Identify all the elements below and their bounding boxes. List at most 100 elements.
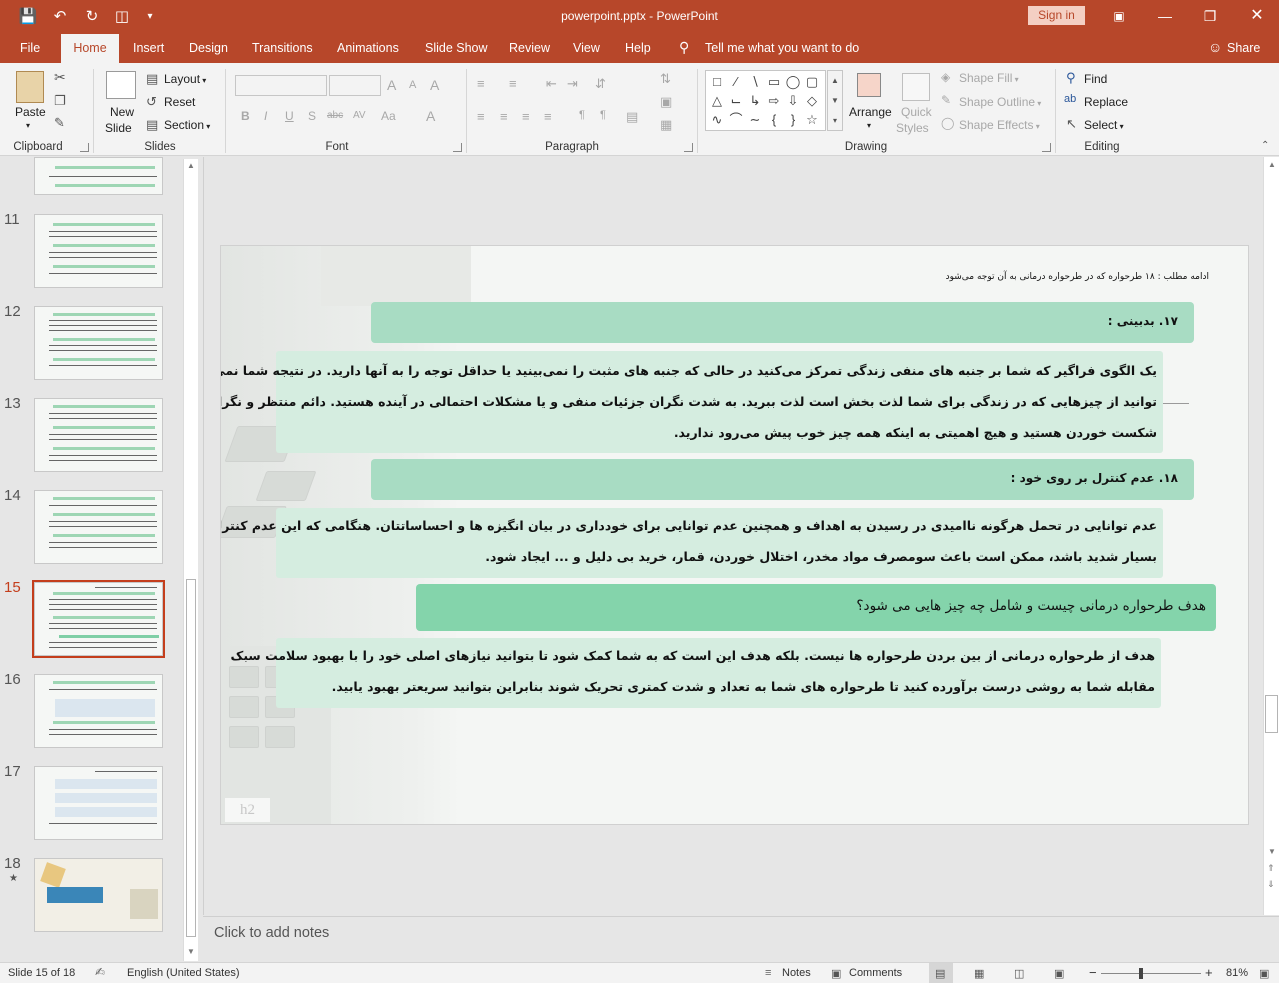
restore-icon[interactable]: ❐ xyxy=(1199,6,1221,26)
canvas-scrollbar[interactable]: ▲ ▼ ⇑ ⇓ xyxy=(1263,157,1279,915)
freeform-shape-icon[interactable]: ◇ xyxy=(804,93,820,109)
slide-thumbnail[interactable] xyxy=(34,157,163,195)
paste-dropdown-icon[interactable]: ▾ xyxy=(26,121,30,130)
arrange-icon[interactable] xyxy=(857,73,881,97)
paragraph-launcher-icon[interactable] xyxy=(684,143,693,152)
tab-review[interactable]: Review xyxy=(509,41,550,55)
line-shape-icon[interactable]: ∕ xyxy=(728,74,744,90)
font-launcher-icon[interactable] xyxy=(453,143,462,152)
char-spacing-button[interactable]: AV xyxy=(353,110,366,121)
align-center-icon[interactable]: ≡ xyxy=(500,109,508,124)
sign-in-button[interactable]: Sign in xyxy=(1028,6,1085,25)
decrease-indent-icon[interactable]: ⇤ xyxy=(546,76,557,92)
tab-transitions[interactable]: Transitions xyxy=(252,41,313,55)
bullets-icon[interactable]: ≡ xyxy=(477,76,485,91)
canvas-scroll-thumb[interactable] xyxy=(1265,695,1278,733)
notes-button[interactable]: Notes xyxy=(782,967,811,979)
quick-styles-label-1[interactable]: Quick xyxy=(901,105,932,119)
slide-thumbnail[interactable] xyxy=(34,306,163,380)
slide-thumbnail[interactable] xyxy=(34,858,163,932)
shape-outline-button[interactable]: Shape Outline ▾ xyxy=(959,95,1041,109)
fit-to-window-icon[interactable]: ▣ xyxy=(1259,967,1269,980)
zoom-slider-thumb[interactable] xyxy=(1139,968,1143,979)
close-icon[interactable]: ✕ xyxy=(1246,6,1268,26)
slide-thumbnail[interactable] xyxy=(34,398,163,472)
normal-view-icon[interactable]: ▤ xyxy=(935,967,945,980)
previous-slide-icon[interactable]: ⇑ xyxy=(1267,863,1275,874)
minimize-icon[interactable]: — xyxy=(1154,6,1176,26)
line-spacing-icon[interactable]: ⇵ xyxy=(595,76,606,92)
shapes-gallery-scroll[interactable]: ▲ ▼ ▾ xyxy=(827,70,843,131)
down-arrow-shape-icon[interactable]: ⇩ xyxy=(785,93,801,109)
font-name-combo[interactable] xyxy=(235,75,327,96)
elbow-arrow-shape-icon[interactable]: ↳ xyxy=(747,93,763,109)
font-color-button[interactable]: A xyxy=(426,108,435,124)
italic-button[interactable]: I xyxy=(264,109,267,123)
align-left-icon[interactable]: ≡ xyxy=(477,109,485,124)
increase-indent-icon[interactable]: ⇥ xyxy=(567,76,578,92)
scroll-down-icon[interactable]: ▼ xyxy=(1268,847,1276,856)
comments-button[interactable]: Comments xyxy=(849,967,902,979)
tab-view[interactable]: View xyxy=(573,41,600,55)
shadow-button[interactable]: S xyxy=(308,109,316,123)
arc-shape-icon[interactable]: ⌒ xyxy=(728,112,744,128)
rectangle-shape-icon[interactable]: ▭ xyxy=(766,74,782,90)
cut-icon[interactable]: ✂ xyxy=(54,69,66,86)
brace-right-shape-icon[interactable]: } xyxy=(785,112,801,128)
scroll-up-icon[interactable]: ▲ xyxy=(187,161,195,170)
format-painter-icon[interactable]: ✎ xyxy=(54,115,65,131)
star-shape-icon[interactable]: ☆ xyxy=(804,112,820,128)
font-shrink-button[interactable]: A xyxy=(409,79,416,91)
curve-shape-icon[interactable]: ∼ xyxy=(747,112,763,128)
next-slide-icon[interactable]: ⇓ xyxy=(1267,879,1275,890)
notes-pane[interactable]: Click to add notes xyxy=(203,916,1279,962)
align-text-icon[interactable]: ▣ xyxy=(660,94,672,110)
shape-fill-button[interactable]: Shape Fill ▾ xyxy=(959,71,1019,85)
right-arrow-shape-icon[interactable]: ⇨ xyxy=(766,93,782,109)
drawing-launcher-icon[interactable] xyxy=(1042,143,1051,152)
slide-thumbnail[interactable] xyxy=(34,214,163,288)
reading-view-icon[interactable]: ◫ xyxy=(1014,967,1024,980)
align-right-icon[interactable]: ≡ xyxy=(522,109,530,124)
zoom-in-button[interactable]: + xyxy=(1205,965,1213,980)
scroll-down-icon[interactable]: ▼ xyxy=(187,947,195,956)
layout-button[interactable]: Layout ▾ xyxy=(164,72,206,86)
share-button[interactable]: Share xyxy=(1227,41,1260,55)
paste-icon[interactable] xyxy=(16,71,44,103)
tab-design[interactable]: Design xyxy=(189,41,228,55)
zoom-out-button[interactable]: − xyxy=(1089,965,1097,980)
section-button[interactable]: Section ▾ xyxy=(164,118,210,132)
numbering-icon[interactable]: ≡ xyxy=(509,76,517,91)
zoom-slider-track[interactable] xyxy=(1101,973,1201,974)
new-slide-label-2[interactable]: Slide xyxy=(105,121,132,135)
paste-button[interactable]: Paste xyxy=(15,105,46,119)
ribbon-display-icon[interactable]: ▣ xyxy=(1108,6,1130,26)
spell-check-icon[interactable]: ✍ xyxy=(95,965,105,979)
line-shape-icon[interactable]: ∖ xyxy=(747,74,763,90)
textbox-shape-icon[interactable]: □ xyxy=(709,74,725,90)
clear-formatting-button[interactable]: A xyxy=(430,77,439,93)
tab-help[interactable]: Help xyxy=(625,41,651,55)
justify-icon[interactable]: ≡ xyxy=(544,109,552,124)
smartart-icon[interactable]: ▦ xyxy=(660,117,672,133)
quick-styles-icon[interactable] xyxy=(902,73,930,101)
brace-left-shape-icon[interactable]: { xyxy=(766,112,782,128)
tell-me-box[interactable]: Tell me what you want to do xyxy=(705,41,859,55)
new-slide-icon[interactable] xyxy=(106,71,136,99)
shapes-gallery[interactable]: □ ∕ ∖ ▭ ◯ ▢ △ ⌙ ↳ ⇨ ⇩ ◇ ∿ ⌒ ∼ { } ☆ xyxy=(705,70,826,131)
collapse-ribbon-icon[interactable]: ⌃ xyxy=(1261,140,1269,151)
slide-thumbnail[interactable] xyxy=(34,490,163,564)
reset-button[interactable]: Reset xyxy=(164,95,195,109)
thumbnail-scrollbar[interactable]: ▲ ▼ xyxy=(183,159,198,961)
slideshow-view-icon[interactable]: ▣ xyxy=(1054,967,1064,980)
change-case-button[interactable]: Aa xyxy=(381,109,396,123)
copy-icon[interactable]: ❐ xyxy=(54,93,66,109)
replace-button[interactable]: Replace xyxy=(1084,95,1128,109)
rtl-icon[interactable]: ¶ xyxy=(579,109,585,121)
elbow-shape-icon[interactable]: ⌙ xyxy=(728,93,744,109)
font-grow-button[interactable]: A xyxy=(387,77,396,93)
text-direction-icon[interactable]: ⇅ xyxy=(660,71,671,87)
notes-placeholder[interactable]: Click to add notes xyxy=(214,925,329,941)
language-indicator[interactable]: English (United States) xyxy=(127,967,240,979)
arrange-dropdown-icon[interactable]: ▾ xyxy=(867,121,871,130)
